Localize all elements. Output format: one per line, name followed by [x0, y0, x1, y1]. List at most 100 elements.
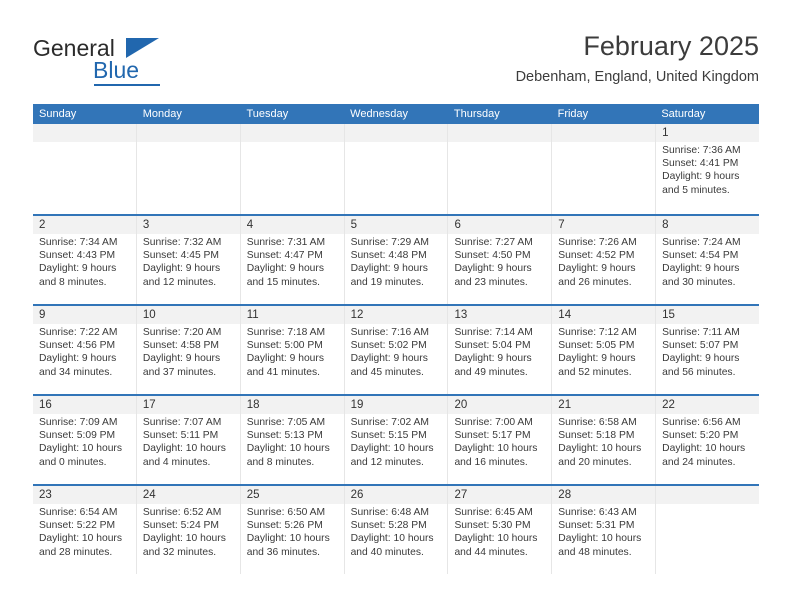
day-band: [136, 124, 240, 142]
daylight-text-line1: Daylight: 10 hours: [39, 443, 122, 455]
daylight-text-line2: and 40 minutes.: [350, 546, 424, 558]
sunset-text: Sunset: 5:09 PM: [39, 430, 116, 442]
day-number: 13: [454, 309, 468, 321]
day-cell[interactable]: 17 Sunrise: 7:07 AM Sunset: 5:11 PM Dayl…: [136, 396, 241, 484]
daylight-text-line2: and 30 minutes.: [662, 276, 736, 288]
day-cell[interactable]: 15 Sunrise: 7:11 AM Sunset: 5:07 PM Dayl…: [656, 306, 760, 394]
sunrise-text: Sunrise: 6:56 AM: [662, 417, 741, 428]
day-info: Sunrise: 7:29 AM Sunset: 4:48 PM Dayligh…: [351, 236, 445, 289]
daylight-text-line1: Daylight: 10 hours: [662, 443, 746, 455]
day-cell: [240, 124, 345, 214]
daylight-text-line1: Daylight: 9 hours: [454, 353, 532, 365]
day-number: 27: [454, 489, 468, 501]
day-cell[interactable]: 23 Sunrise: 6:54 AM Sunset: 5:22 PM Dayl…: [33, 486, 137, 574]
sunset-text: Sunset: 4:50 PM: [454, 250, 531, 262]
day-number: 16: [39, 399, 52, 411]
sunset-text: Sunset: 4:45 PM: [142, 250, 219, 262]
day-cell[interactable]: 20 Sunrise: 7:00 AM Sunset: 5:17 PM Dayl…: [448, 396, 553, 484]
day-info: Sunrise: 6:50 AM Sunset: 5:26 PM Dayligh…: [247, 506, 341, 559]
day-band: [656, 124, 760, 142]
logo-text-blue: Blue: [93, 57, 140, 83]
sunset-text: Sunset: 5:17 PM: [454, 430, 531, 442]
day-number: 9: [39, 309, 46, 321]
day-cell[interactable]: 1 Sunrise: 7:36 AM Sunset: 4:41 PM Dayli…: [656, 124, 760, 214]
day-cell: [344, 124, 449, 214]
sunset-text: Sunset: 5:31 PM: [558, 520, 635, 532]
day-cell[interactable]: 10 Sunrise: 7:20 AM Sunset: 4:58 PM Dayl…: [136, 306, 241, 394]
daylight-text-line2: and 45 minutes.: [350, 366, 424, 378]
day-band: [552, 216, 656, 234]
sunrise-text: Sunrise: 6:45 AM: [454, 507, 533, 518]
day-cell[interactable]: 11 Sunrise: 7:18 AM Sunset: 5:00 PM Dayl…: [240, 306, 345, 394]
day-cell[interactable]: 7 Sunrise: 7:26 AM Sunset: 4:52 PM Dayli…: [552, 216, 657, 304]
sunrise-text: Sunrise: 6:48 AM: [350, 507, 429, 518]
daylight-text-line2: and 5 minutes.: [662, 184, 730, 196]
sunset-text: Sunset: 4:54 PM: [662, 250, 739, 262]
day-info: Sunrise: 7:24 AM Sunset: 4:54 PM Dayligh…: [662, 236, 756, 289]
day-cell[interactable]: 26 Sunrise: 6:48 AM Sunset: 5:28 PM Dayl…: [344, 486, 449, 574]
day-info: Sunrise: 7:27 AM Sunset: 4:50 PM Dayligh…: [454, 236, 548, 289]
daylight-text-line2: and 37 minutes.: [142, 366, 217, 378]
sunrise-text: Sunrise: 7:16 AM: [350, 327, 429, 338]
day-cell: [656, 486, 760, 574]
day-number: 5: [350, 219, 357, 231]
day-cell[interactable]: 27 Sunrise: 6:45 AM Sunset: 5:30 PM Dayl…: [448, 486, 553, 574]
day-cell[interactable]: 3 Sunrise: 7:32 AM Sunset: 4:45 PM Dayli…: [136, 216, 241, 304]
day-band: [33, 124, 136, 142]
sunset-text: Sunset: 5:07 PM: [662, 340, 739, 352]
day-cell[interactable]: 21 Sunrise: 6:58 AM Sunset: 5:18 PM Dayl…: [552, 396, 657, 484]
general-blue-logo[interactable]: General Blue: [33, 36, 233, 88]
daylight-text-line1: Daylight: 10 hours: [350, 443, 434, 455]
day-number: 10: [142, 309, 156, 321]
title-block: February 2025 Debenham, England, United …: [516, 30, 759, 86]
day-cell[interactable]: 25 Sunrise: 6:50 AM Sunset: 5:26 PM Dayl…: [240, 486, 345, 574]
sunrise-text: Sunrise: 7:34 AM: [39, 237, 118, 248]
daylight-text-line1: Daylight: 10 hours: [246, 533, 330, 545]
day-cell[interactable]: 18 Sunrise: 7:05 AM Sunset: 5:13 PM Dayl…: [240, 396, 345, 484]
day-cell[interactable]: 5 Sunrise: 7:29 AM Sunset: 4:48 PM Dayli…: [344, 216, 449, 304]
day-cell[interactable]: 22 Sunrise: 6:56 AM Sunset: 5:20 PM Dayl…: [656, 396, 760, 484]
day-number: 25: [246, 489, 260, 501]
daylight-text-line2: and 32 minutes.: [142, 546, 217, 558]
day-number: 8: [662, 219, 669, 231]
daylight-text-line1: Daylight: 9 hours: [454, 263, 532, 275]
day-number: 24: [142, 489, 156, 501]
day-cell[interactable]: 12 Sunrise: 7:16 AM Sunset: 5:02 PM Dayl…: [344, 306, 449, 394]
daylight-text-line2: and 12 minutes.: [350, 456, 424, 468]
sunrise-text: Sunrise: 7:26 AM: [558, 237, 637, 248]
sunset-text: Sunset: 5:18 PM: [558, 430, 635, 442]
daylight-text-line1: Daylight: 9 hours: [246, 263, 324, 275]
day-cell[interactable]: 4 Sunrise: 7:31 AM Sunset: 4:47 PM Dayli…: [240, 216, 345, 304]
daylight-text-line1: Daylight: 9 hours: [558, 263, 636, 275]
day-cell[interactable]: 14 Sunrise: 7:12 AM Sunset: 5:05 PM Dayl…: [552, 306, 657, 394]
daylight-text-line2: and 48 minutes.: [558, 546, 632, 558]
day-cell[interactable]: 24 Sunrise: 6:52 AM Sunset: 5:24 PM Dayl…: [136, 486, 241, 574]
page-header: General Blue February 2025 Debenham, Eng…: [33, 30, 759, 92]
weekday-thursday: Thursday: [453, 108, 500, 120]
weekday-wednesday: Wednesday: [350, 108, 409, 120]
day-cell[interactable]: 9 Sunrise: 7:22 AM Sunset: 4:56 PM Dayli…: [33, 306, 137, 394]
day-cell[interactable]: 6 Sunrise: 7:27 AM Sunset: 4:50 PM Dayli…: [448, 216, 553, 304]
daylight-text-line2: and 34 minutes.: [39, 366, 113, 378]
sunset-text: Sunset: 4:43 PM: [39, 250, 116, 262]
sunrise-text: Sunrise: 7:36 AM: [662, 145, 741, 156]
day-cell[interactable]: 8 Sunrise: 7:24 AM Sunset: 4:54 PM Dayli…: [656, 216, 760, 304]
day-band: [240, 124, 344, 142]
day-cell[interactable]: 28 Sunrise: 6:43 AM Sunset: 5:31 PM Dayl…: [552, 486, 657, 574]
day-number: 7: [558, 219, 565, 231]
sunset-text: Sunset: 5:05 PM: [558, 340, 635, 352]
daylight-text-line1: Daylight: 9 hours: [142, 353, 221, 365]
day-cell[interactable]: 13 Sunrise: 7:14 AM Sunset: 5:04 PM Dayl…: [448, 306, 553, 394]
daylight-text-line1: Daylight: 10 hours: [454, 533, 538, 545]
day-cell[interactable]: 19 Sunrise: 7:02 AM Sunset: 5:15 PM Dayl…: [344, 396, 449, 484]
day-info: Sunrise: 7:12 AM Sunset: 5:05 PM Dayligh…: [558, 326, 652, 379]
day-cell[interactable]: 2 Sunrise: 7:34 AM Sunset: 4:43 PM Dayli…: [33, 216, 137, 304]
daylight-text-line1: Daylight: 10 hours: [39, 533, 122, 545]
sunset-text: Sunset: 5:30 PM: [454, 520, 531, 532]
sunrise-text: Sunrise: 7:09 AM: [39, 417, 118, 428]
logo-underline: [94, 84, 160, 86]
daylight-text-line2: and 52 minutes.: [558, 366, 632, 378]
day-cell[interactable]: 16 Sunrise: 7:09 AM Sunset: 5:09 PM Dayl…: [33, 396, 137, 484]
day-info: Sunrise: 7:36 AM Sunset: 4:41 PM Dayligh…: [662, 144, 756, 197]
sunset-text: Sunset: 5:26 PM: [246, 520, 323, 532]
